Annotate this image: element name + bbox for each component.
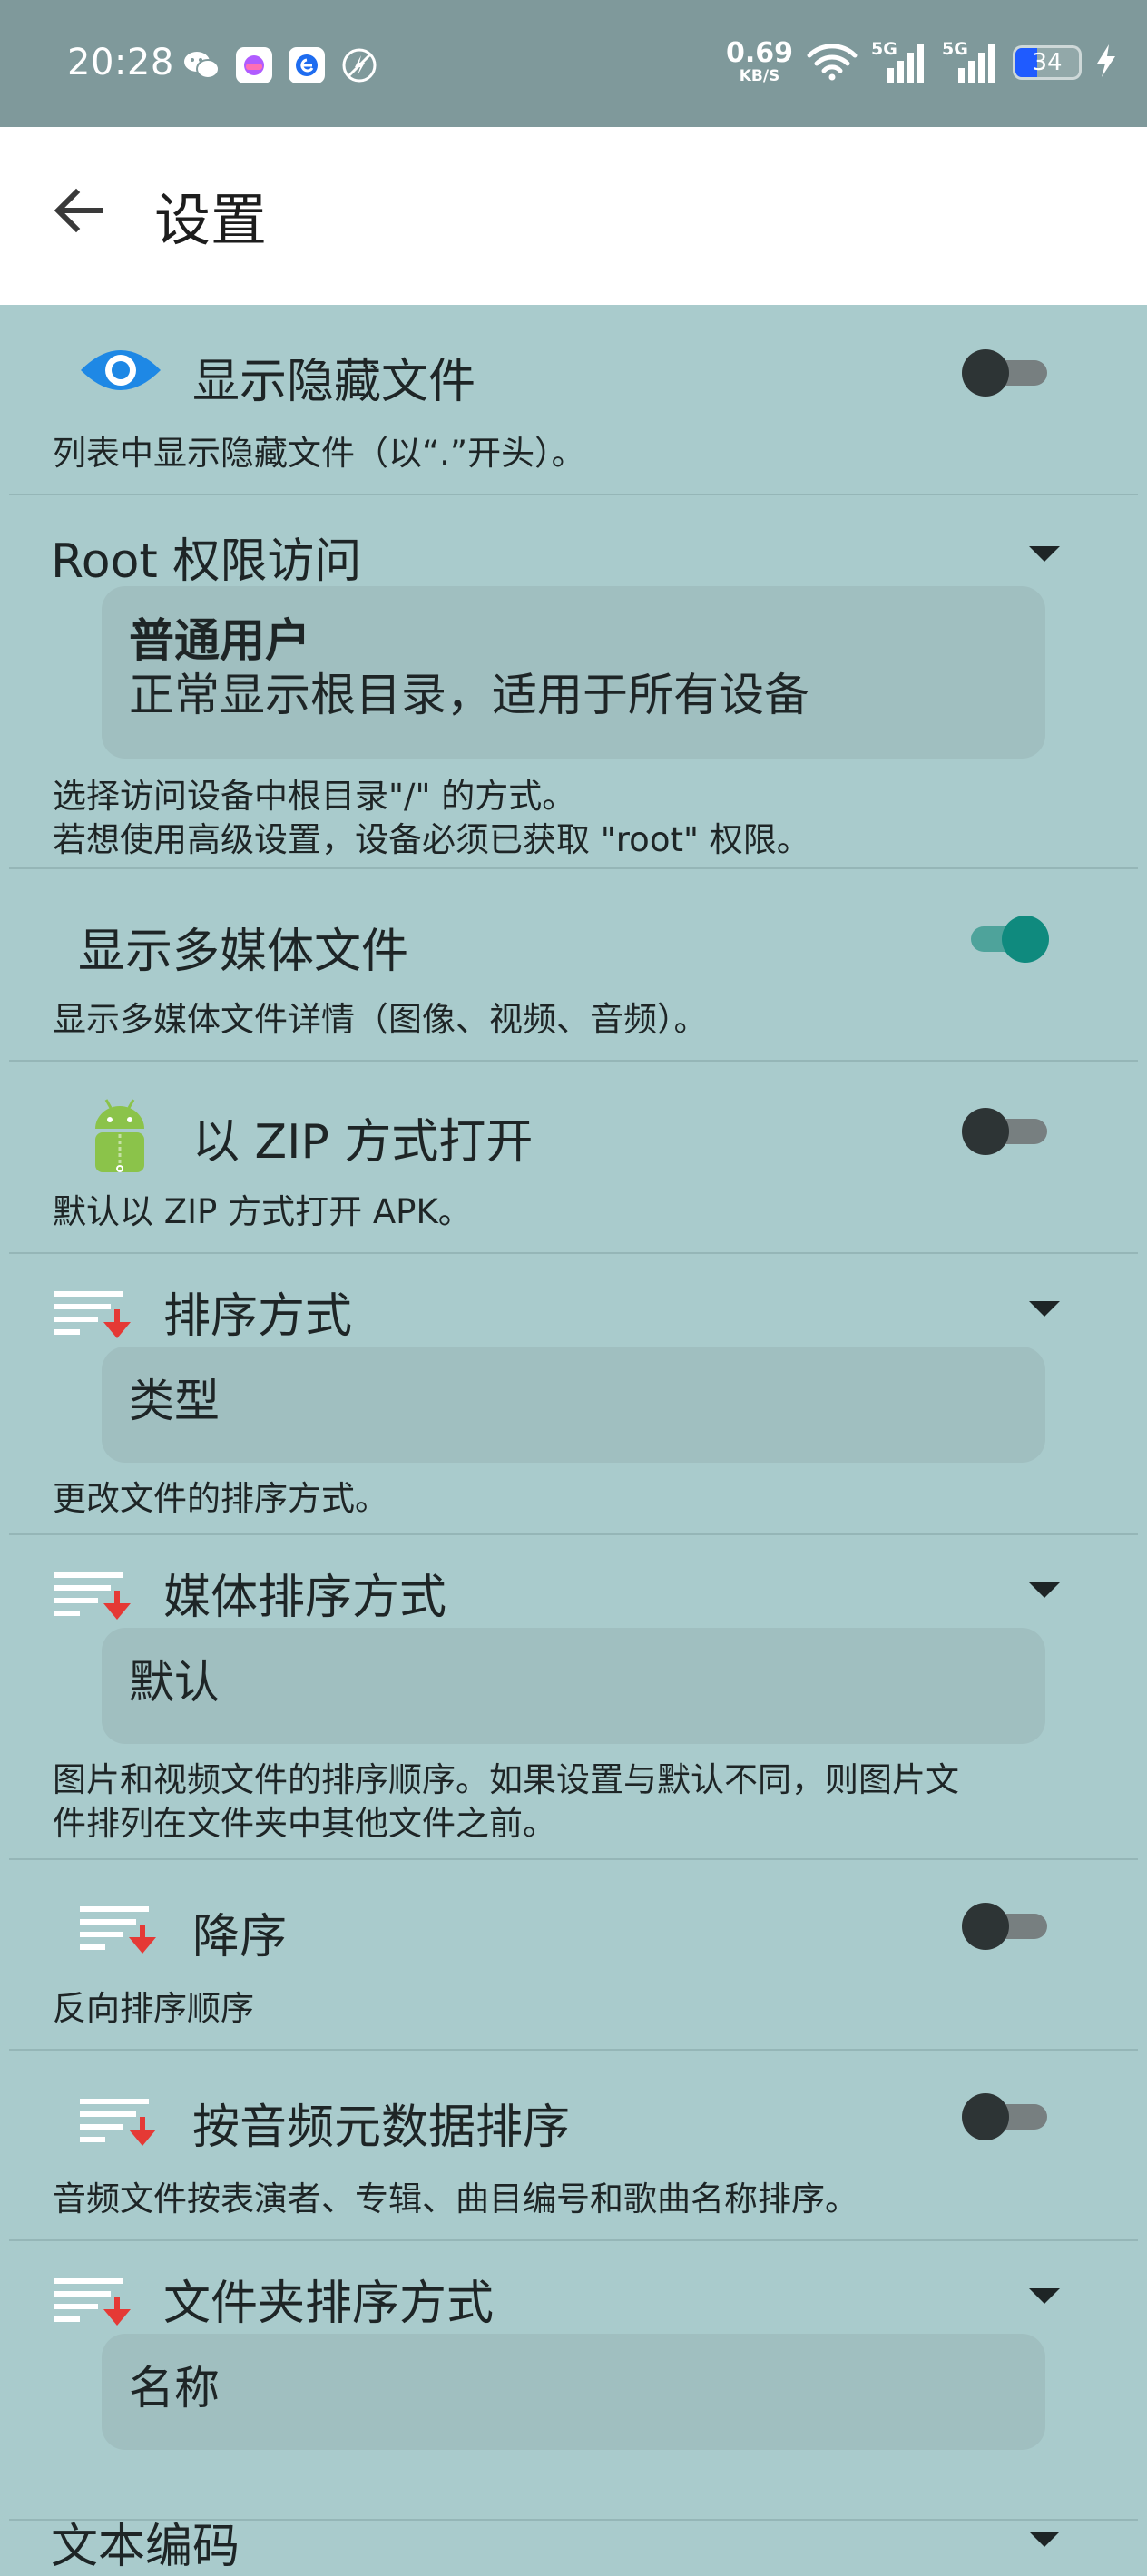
summary-line: 若想使用高级设置，设备必须已获取 "root" 权限。 — [53, 820, 810, 859]
network-speed-unit: KB/S — [739, 67, 780, 85]
value-description: 正常显示根目录，适用于所有设备 — [129, 669, 809, 721]
setting-title: 显示隐藏文件 — [192, 355, 476, 409]
setting-title: 媒体排序方式 — [163, 1571, 447, 1625]
setting-summary: 选择访问设备中根目录"/" 的方式。 若想使用高级设置，设备必须已获取 "roo… — [53, 775, 810, 862]
battery-percent: 34 — [1032, 48, 1063, 76]
android-icon — [87, 1096, 152, 1178]
setting-summary: 默认以 ZIP 方式打开 APK。 — [53, 1192, 472, 1231]
divider — [9, 867, 1138, 869]
setting-folder-sort[interactable]: 文件夹排序方式 名称 — [0, 2243, 1147, 2479]
setting-sort-mode[interactable]: 排序方式 类型 更改文件的排序方式。 — [0, 1256, 1147, 1537]
folder-sort-value[interactable]: 名称 — [102, 2334, 1045, 2450]
hidden-files-toggle[interactable] — [962, 345, 1049, 399]
value-title: 默认 — [129, 1656, 220, 1709]
value-title: 名称 — [129, 2362, 220, 2414]
setting-title: 按音频元数据排序 — [192, 2101, 571, 2155]
signal-sim1-icon: 5G — [871, 39, 929, 84]
sort-icon — [78, 1896, 160, 1960]
system-status: 0.69 KB/S 5G 5G 34 — [726, 39, 1118, 84]
sort-icon — [53, 2268, 134, 2332]
arrow-back-icon — [54, 188, 103, 233]
setting-title: 降序 — [192, 1910, 288, 1964]
network-speed: 0.69 KB/S — [726, 40, 793, 84]
summary-line: 件排列在文件夹中其他文件之前。 — [53, 1804, 556, 1843]
audio-metadata-toggle[interactable] — [962, 2089, 1049, 2143]
setting-title: 排序方式 — [163, 1289, 353, 1344]
divider — [9, 2049, 1138, 2051]
status-bar: 20:28 0.69 KB/S 5G 5G 34 — [0, 0, 1147, 127]
setting-root-access[interactable]: Root 权限访问 普通用户 正常显示根目录，适用于所有设备 选择访问设备中根目… — [0, 495, 1147, 871]
toggle-thumb — [1002, 916, 1049, 963]
dropdown-arrow-icon[interactable] — [1029, 1301, 1060, 1317]
signal-sim2-icon: 5G — [942, 39, 1000, 84]
wifi-icon — [806, 41, 858, 84]
setting-media-sort[interactable]: 媒体排序方式 默认 图片和视频文件的排序顺序。如果设置与默认不同，则图片文 件排… — [0, 1537, 1147, 1860]
setting-summary: 更改文件的排序方式。 — [53, 1479, 388, 1518]
app-bar: 设置 — [0, 127, 1147, 305]
setting-show-hidden-files[interactable]: 显示隐藏文件 列表中显示隐藏文件（以“.”开头）。 — [0, 305, 1147, 495]
notification-icons — [181, 45, 379, 85]
toggle-thumb — [962, 2093, 1009, 2140]
browser-notification-icon — [287, 45, 327, 85]
battery-icon: 34 — [1013, 44, 1082, 80]
divider — [9, 2239, 1138, 2241]
divider — [9, 1858, 1138, 1860]
status-time: 20:28 — [67, 42, 174, 83]
value-title: 普通用户 — [129, 614, 310, 667]
eye-icon — [78, 338, 163, 403]
toggle-thumb — [962, 349, 1009, 397]
descending-toggle[interactable] — [962, 1898, 1049, 1953]
app-notification-icon — [234, 45, 274, 85]
setting-title: 文本编码 — [51, 2520, 240, 2574]
setting-title: 显示多媒体文件 — [78, 925, 409, 979]
network-speed-value: 0.69 — [725, 37, 793, 69]
sort-icon — [53, 1562, 134, 1626]
charging-icon — [1094, 43, 1118, 83]
setting-show-media-files[interactable]: 显示多媒体文件 显示多媒体文件详情（图像、视频、音频）。 — [0, 871, 1147, 1062]
page-title: 设置 — [154, 187, 268, 253]
sort-icon — [53, 1281, 134, 1345]
setting-summary: 反向排序顺序 — [53, 1989, 254, 2028]
divider — [9, 1252, 1138, 1254]
setting-audio-metadata-sort[interactable]: 按音频元数据排序 音频文件按表演者、专辑、曲目编号和歌曲名称排序。 — [0, 2052, 1147, 2243]
value-title: 类型 — [129, 1375, 220, 1427]
divider — [9, 1533, 1138, 1535]
zip-open-toggle[interactable] — [962, 1103, 1049, 1158]
dropdown-arrow-icon[interactable] — [1029, 546, 1060, 562]
setting-summary: 音频文件按表演者、专辑、曲目编号和歌曲名称排序。 — [53, 2179, 858, 2218]
dropdown-arrow-icon[interactable] — [1029, 2288, 1060, 2304]
toggle-thumb — [962, 1903, 1009, 1950]
sort-icon — [78, 2089, 160, 2152]
root-access-value[interactable]: 普通用户 正常显示根目录，适用于所有设备 — [102, 586, 1045, 759]
dropdown-arrow-icon[interactable] — [1029, 2532, 1060, 2547]
dropdown-arrow-icon[interactable] — [1029, 1582, 1060, 1598]
summary-line: 图片和视频文件的排序顺序。如果设置与默认不同，则图片文 — [53, 1760, 959, 1799]
media-files-toggle[interactable] — [962, 911, 1049, 965]
setting-open-as-zip[interactable]: 以 ZIP 方式打开 默认以 ZIP 方式打开 APK。 — [0, 1063, 1147, 1254]
setting-title: 以 ZIP 方式打开 — [192, 1115, 534, 1170]
media-sort-value[interactable]: 默认 — [102, 1628, 1045, 1744]
setting-summary: 图片和视频文件的排序顺序。如果设置与默认不同，则图片文 件排列在文件夹中其他文件… — [53, 1758, 959, 1846]
wechat-icon — [181, 45, 221, 85]
no-disturb-icon — [339, 45, 379, 85]
summary-line: 选择访问设备中根目录"/" 的方式。 — [53, 777, 576, 816]
setting-summary: 显示多媒体文件详情（图像、视频、音频）。 — [53, 1000, 708, 1039]
toggle-thumb — [962, 1108, 1009, 1155]
sort-mode-value[interactable]: 类型 — [102, 1347, 1045, 1463]
setting-title: 文件夹排序方式 — [163, 2277, 495, 2331]
divider — [9, 1060, 1138, 1062]
back-button[interactable] — [40, 172, 116, 249]
setting-descending[interactable]: 降序 反向排序顺序 — [0, 1862, 1147, 2052]
setting-title: Root 权限访问 — [51, 534, 362, 589]
setting-summary: 列表中显示隐藏文件（以“.”开头）。 — [53, 434, 585, 473]
